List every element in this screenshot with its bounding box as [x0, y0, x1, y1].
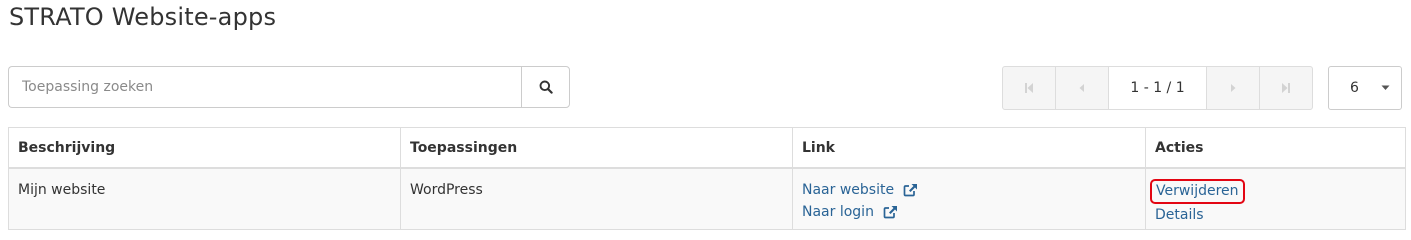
cell-toepassing: WordPress — [400, 167, 793, 230]
first-page-button[interactable] — [1002, 66, 1056, 110]
last-page-icon — [1282, 83, 1290, 93]
search-input[interactable] — [8, 66, 521, 108]
verwijderen-link[interactable]: Verwijderen — [1150, 179, 1245, 204]
table-header-row: Beschrijving Toepassingen Link Acties — [8, 127, 1406, 169]
naar-website-label: Naar website — [802, 182, 895, 198]
column-header-toepassingen: Toepassingen — [400, 127, 793, 169]
cell-beschrijving: Mijn website — [8, 167, 401, 230]
previous-page-button[interactable] — [1055, 66, 1109, 110]
page-title: STRATO Website-apps — [9, 3, 277, 31]
external-link-icon — [903, 184, 918, 197]
search-button[interactable] — [521, 66, 570, 108]
page-indicator: 1 - 1 / 1 — [1108, 66, 1207, 110]
column-header-beschrijving: Beschrijving — [8, 127, 401, 169]
column-header-link: Link — [792, 127, 1146, 169]
external-link-icon — [883, 206, 897, 219]
last-page-button[interactable] — [1259, 66, 1313, 110]
cell-acties: Verwijderen Details — [1145, 167, 1406, 230]
previous-page-icon — [1079, 84, 1084, 92]
chevron-down-icon — [1381, 85, 1390, 90]
column-header-acties: Acties — [1145, 127, 1406, 169]
next-page-icon — [1231, 84, 1236, 92]
naar-website-link[interactable]: Naar website — [802, 179, 918, 201]
table-row: Mijn website WordPress Naar website Naar… — [8, 167, 1406, 230]
page-size-select[interactable]: 6 — [1328, 66, 1402, 110]
naar-login-label: Naar login — [802, 204, 874, 220]
details-link[interactable]: Details — [1155, 204, 1396, 226]
page-size-value: 6 — [1350, 80, 1359, 96]
apps-table: Beschrijving Toepassingen Link Acties Mi… — [8, 127, 1406, 230]
pagination: 1 - 1 / 1 — [1002, 66, 1313, 110]
cell-links: Naar website Naar login — [792, 167, 1146, 230]
naar-login-link[interactable]: Naar login — [802, 201, 898, 223]
next-page-button[interactable] — [1206, 66, 1260, 110]
first-page-icon — [1025, 83, 1033, 93]
search-icon — [539, 80, 553, 94]
search-group — [8, 66, 570, 110]
